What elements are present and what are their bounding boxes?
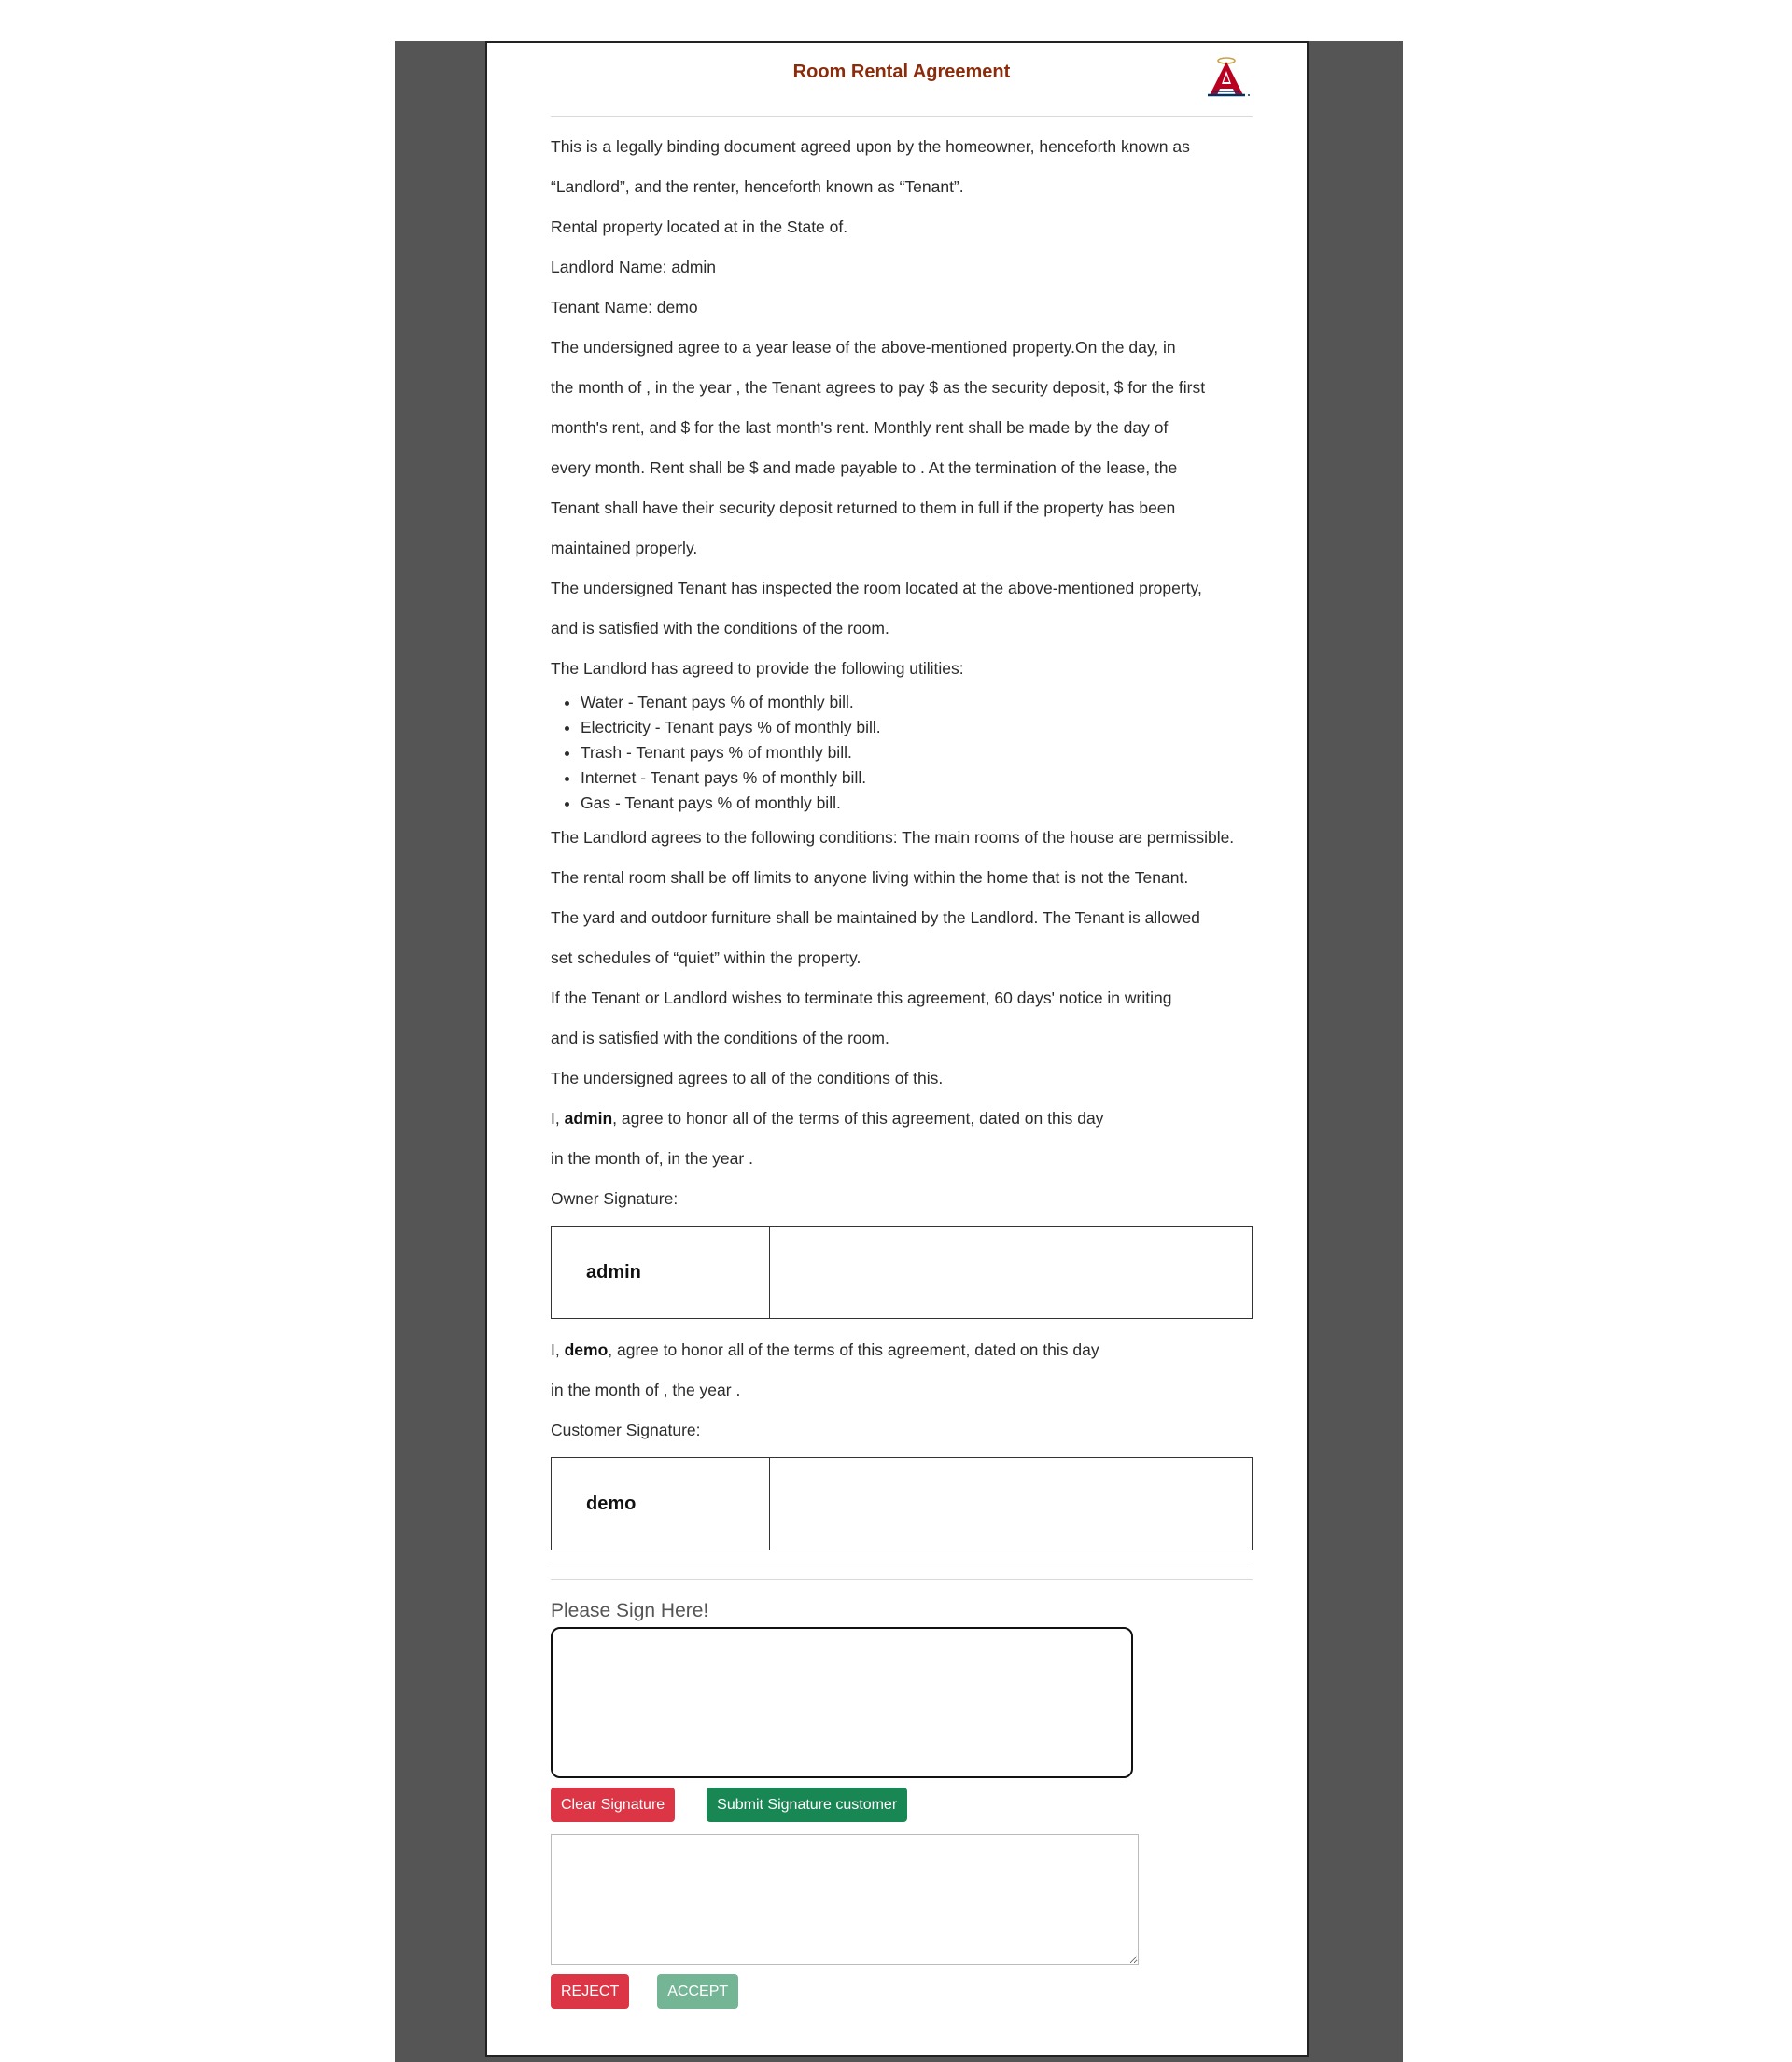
sign-here-label: Please Sign Here! — [551, 1600, 709, 1621]
page-title: Room Rental Agreement — [792, 62, 1011, 82]
lease-line-2: the month of , in the year , the Tenant … — [551, 378, 1206, 397]
lease-line-3: month's rent, and $ for the last month's… — [551, 418, 1169, 437]
lease-line-6: maintained properly. — [551, 539, 698, 557]
owner-signature-name: admin — [552, 1227, 770, 1318]
lease-line-5: Tenant shall have their security deposit… — [551, 498, 1176, 517]
signature-pad[interactable] — [551, 1627, 1133, 1778]
conditions-line-4: set schedules of “quiet” within the prop… — [551, 948, 861, 967]
owner-signature-table: admin — [551, 1226, 1253, 1319]
customer-honor-line: I, demo, agree to honor all of the terms… — [551, 1330, 1253, 1370]
list-item: Trash - Tenant pays % of monthly bill. — [581, 740, 1253, 765]
customer-honor-suffix: , agree to honor all of the terms of thi… — [608, 1340, 1099, 1359]
owner-name: admin — [564, 1109, 613, 1128]
intro-line-1: This is a legally binding document agree… — [551, 137, 1190, 156]
lease-line-1: The undersigned agree to a year lease of… — [551, 338, 1176, 357]
owner-honor-prefix: I, — [551, 1109, 565, 1128]
conditions-line-2: The rental room shall be off limits to a… — [551, 868, 1189, 887]
divider — [551, 1579, 1253, 1580]
customer-name: demo — [564, 1340, 609, 1359]
customer-honor-prefix: I, — [551, 1340, 565, 1359]
list-item: Gas - Tenant pays % of monthly bill. — [581, 791, 1253, 816]
owner-honor-suffix: , agree to honor all of the terms of thi… — [612, 1109, 1104, 1128]
list-item: Internet - Tenant pays % of monthly bill… — [581, 765, 1253, 791]
owner-date-line: in the month of, in the year . — [551, 1149, 753, 1168]
agreement-paper: Room Rental Agreement This is a legally … — [485, 41, 1309, 2057]
conditions-line-3: The yard and outdoor furniture shall be … — [551, 908, 1200, 927]
intro-line-2: “Landlord”, and the renter, henceforth k… — [551, 177, 964, 196]
utilities-intro: The Landlord has agreed to provide the f… — [551, 659, 964, 678]
utilities-list: Water - Tenant pays % of monthly bill. E… — [551, 690, 1253, 816]
inspection-line-2: and is satisfied with the conditions of … — [551, 619, 889, 638]
customer-signature-table: demo — [551, 1457, 1253, 1550]
owner-signature-label: Owner Signature: — [551, 1189, 679, 1208]
accept-button[interactable]: ACCEPT — [657, 1974, 739, 2009]
angels-logo-icon — [1208, 57, 1250, 97]
tenant-name-line: Tenant Name: demo — [551, 298, 698, 316]
document-header: Room Rental Agreement — [551, 43, 1253, 117]
terminate-line-2: and is satisfied with the conditions of … — [551, 1029, 889, 1047]
customer-date-line: in the month of , the year . — [551, 1381, 741, 1399]
landlord-name-line: Landlord Name: admin — [551, 258, 717, 276]
agree-all-line: The undersigned agrees to all of the con… — [551, 1069, 944, 1087]
conditions-line-1: The Landlord agrees to the following con… — [551, 828, 1235, 847]
signature-actions: Clear Signature Submit Signature custome… — [551, 1788, 1253, 1822]
owner-honor-line: I, admin, agree to honor all of the term… — [551, 1099, 1253, 1139]
terminate-line-1: If the Tenant or Landlord wishes to term… — [551, 989, 1172, 1007]
reject-button[interactable]: REJECT — [551, 1974, 630, 2009]
customer-signature-label: Customer Signature: — [551, 1421, 701, 1439]
comment-textarea[interactable] — [551, 1834, 1139, 1965]
list-item: Electricity - Tenant pays % of monthly b… — [581, 715, 1253, 740]
customer-signature-image — [770, 1458, 1252, 1550]
owner-signature-image — [770, 1227, 1252, 1318]
inspection-line-1: The undersigned Tenant has inspected the… — [551, 579, 1202, 597]
agreement-content: Room Rental Agreement This is a legally … — [551, 43, 1253, 2009]
customer-signature-name: demo — [552, 1458, 770, 1550]
lease-line-4: every month. Rent shall be $ and made pa… — [551, 458, 1178, 477]
decision-actions: REJECT ACCEPT — [551, 1974, 1253, 2009]
submit-signature-button[interactable]: Submit Signature customer — [707, 1788, 908, 1822]
list-item: Water - Tenant pays % of monthly bill. — [581, 690, 1253, 715]
clear-signature-button[interactable]: Clear Signature — [551, 1788, 676, 1822]
property-line: Rental property located at in the State … — [551, 217, 848, 236]
